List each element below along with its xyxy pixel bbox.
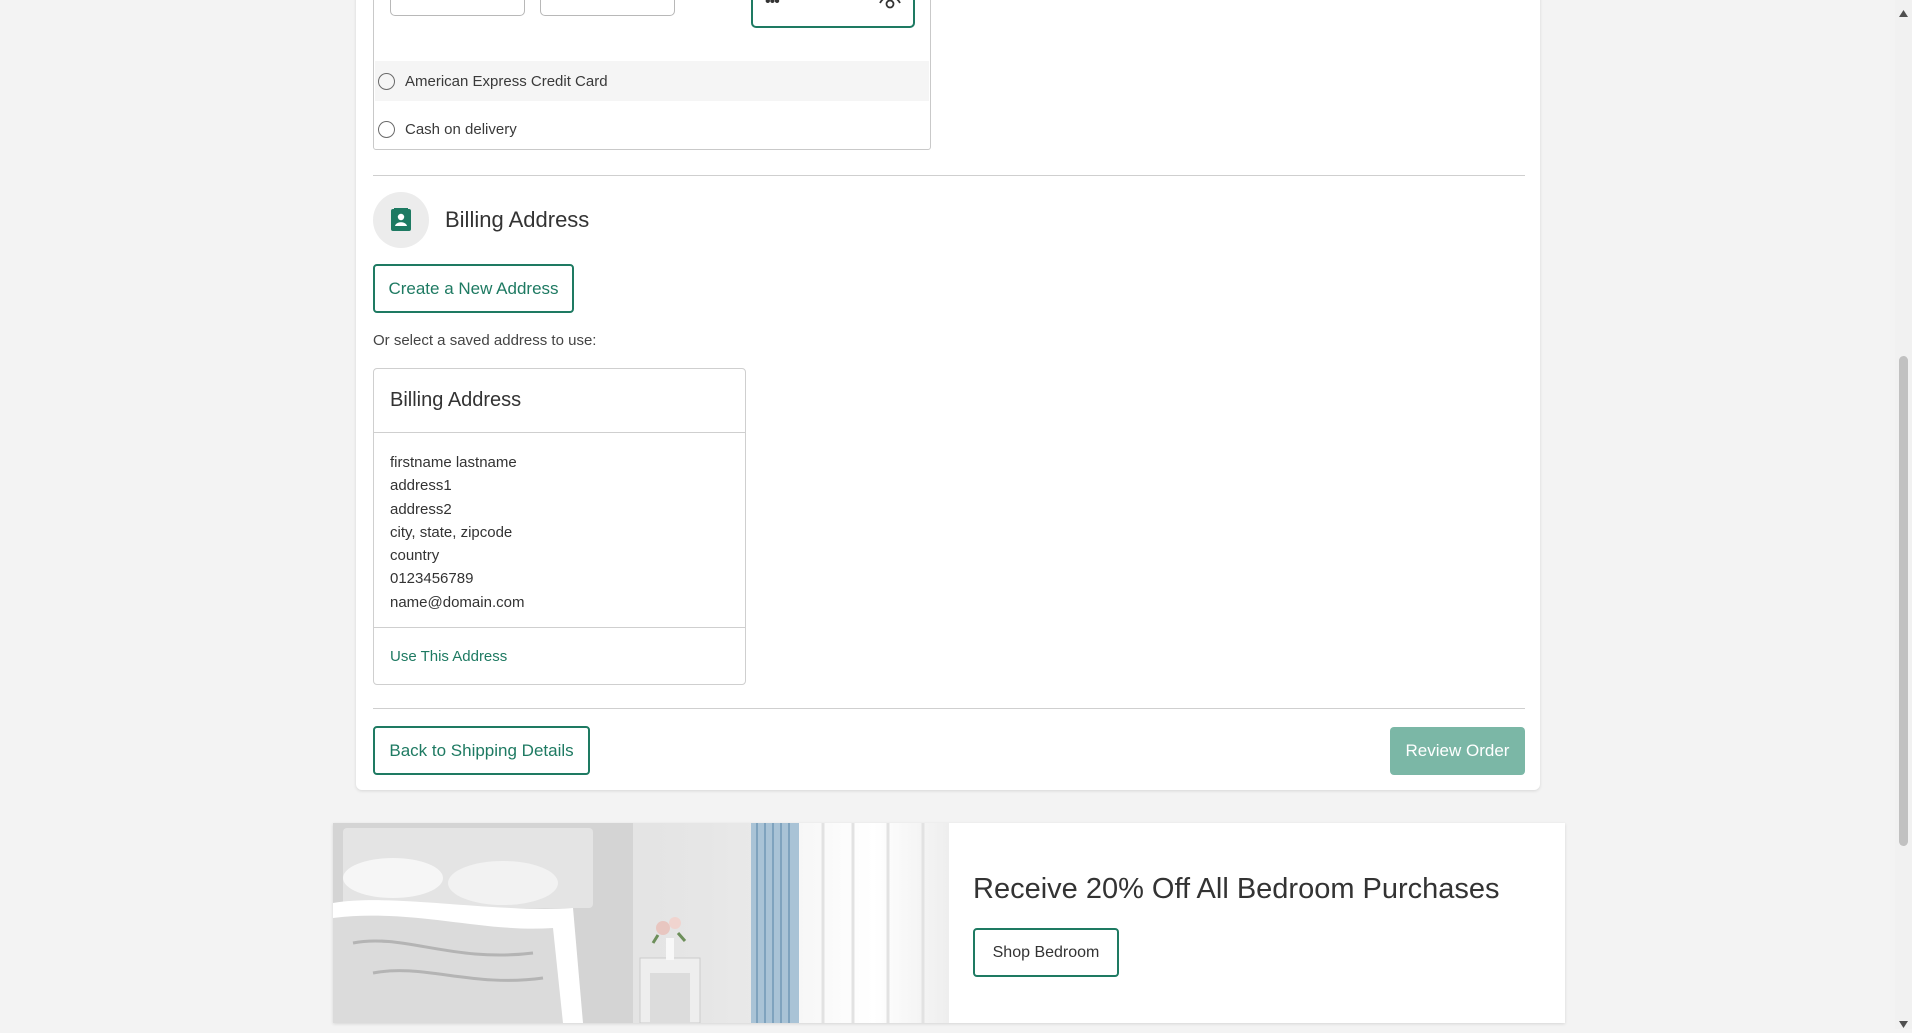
address-line2: address2	[390, 500, 452, 518]
address-lines: firstname lastname address1 address2 cit…	[374, 433, 745, 628]
expiry-month-select[interactable]: 01	[390, 0, 525, 16]
address-city-state-zip: city, state, zipcode	[390, 523, 513, 541]
address-line1: address1	[390, 477, 452, 495]
promo-title: Receive 20% Off All Bedroom Purchases	[973, 873, 1500, 905]
expiry-year-select[interactable]: 2031	[540, 0, 675, 16]
payment-option-label: Cash on delivery	[405, 120, 517, 138]
scroll-up-arrow-icon[interactable]	[1899, 4, 1908, 22]
radio-cod[interactable]	[378, 120, 395, 138]
payment-option-amex[interactable]: American Express Credit Card	[375, 61, 929, 101]
payment-option-cod[interactable]: Cash on delivery	[375, 109, 929, 149]
scrollbar-thumb[interactable]	[1899, 356, 1908, 846]
create-new-address-button[interactable]: Create a New Address	[373, 264, 574, 313]
address-name: firstname lastname	[390, 454, 517, 471]
bedroom-image	[333, 823, 949, 1023]
cvv-input[interactable]: •••	[751, 0, 915, 28]
section-divider	[373, 175, 1525, 176]
cvv-value: •••	[765, 0, 780, 10]
address-country: country	[390, 547, 440, 565]
select-address-hint: Or select a saved address to use:	[373, 332, 597, 349]
shop-bedroom-button[interactable]: Shop Bedroom	[973, 928, 1119, 977]
address-email: name@domain.com	[390, 593, 525, 611]
contact-card-icon	[373, 192, 429, 248]
show-password-eye-icon[interactable]	[879, 0, 901, 15]
back-to-shipping-button[interactable]: Back to Shipping Details	[373, 726, 590, 775]
saved-address-card: Billing Address firstname lastname addre…	[373, 368, 746, 685]
radio-amex[interactable]	[378, 72, 395, 90]
address-phone: 0123456789	[390, 570, 474, 588]
use-this-address-link[interactable]: Use This Address	[390, 648, 507, 665]
section-divider	[373, 708, 1525, 709]
billing-section-title: Billing Address	[445, 207, 590, 232]
scroll-down-arrow-icon[interactable]	[1899, 1015, 1908, 1033]
promo-banner: Receive 20% Off All Bedroom Purchases Sh…	[333, 823, 1565, 1023]
review-order-button[interactable]: Review Order	[1390, 727, 1525, 775]
address-card-title: Billing Address	[374, 369, 745, 433]
payment-option-label: American Express Credit Card	[405, 72, 608, 90]
page-scrollbar[interactable]	[1895, 0, 1912, 1029]
